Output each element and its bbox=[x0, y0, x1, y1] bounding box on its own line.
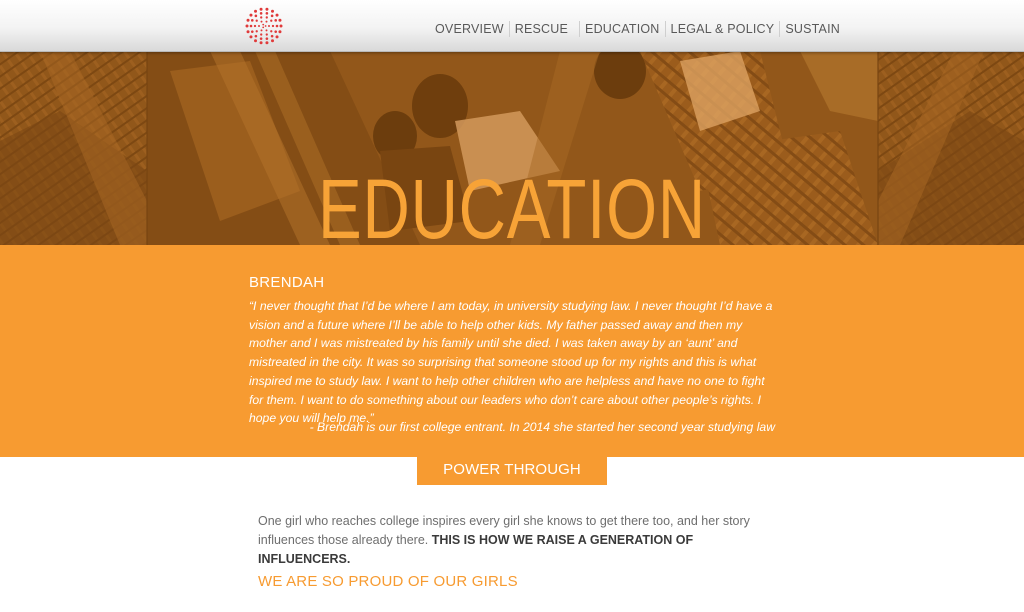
hero-banner: EDUCATION bbox=[0, 51, 1024, 245]
main-nav: OVERVIEW RESCUE EDUCATION LEGAL & POLICY… bbox=[430, 21, 845, 37]
section-tab: POWER THROUGH EDUCATION bbox=[417, 455, 607, 508]
nav-item-legal-policy[interactable]: LEGAL & POLICY bbox=[664, 21, 780, 37]
site-header: OVERVIEW RESCUE EDUCATION LEGAL & POLICY… bbox=[0, 0, 1024, 52]
quote-name: BRENDAH bbox=[249, 274, 325, 291]
dotted-circle-logo-icon[interactable] bbox=[245, 7, 283, 45]
quote-text: “I never thought that I’d be where I am … bbox=[249, 299, 773, 426]
nav-item-education[interactable]: EDUCATION bbox=[579, 21, 665, 37]
section-subhead: WE ARE SO PROUD OF OUR GIRLS bbox=[258, 573, 518, 590]
quote-attribution: - Brendah is our first college entrant. … bbox=[309, 420, 775, 434]
nav-item-rescue[interactable]: RESCUE bbox=[508, 21, 573, 37]
hero-title: EDUCATION bbox=[317, 162, 707, 245]
nav-item-overview[interactable]: OVERVIEW bbox=[430, 21, 509, 37]
nav-item-sustain[interactable]: SUSTAIN bbox=[779, 21, 845, 37]
section-body: One girl who reaches college inspires ev… bbox=[258, 512, 768, 569]
